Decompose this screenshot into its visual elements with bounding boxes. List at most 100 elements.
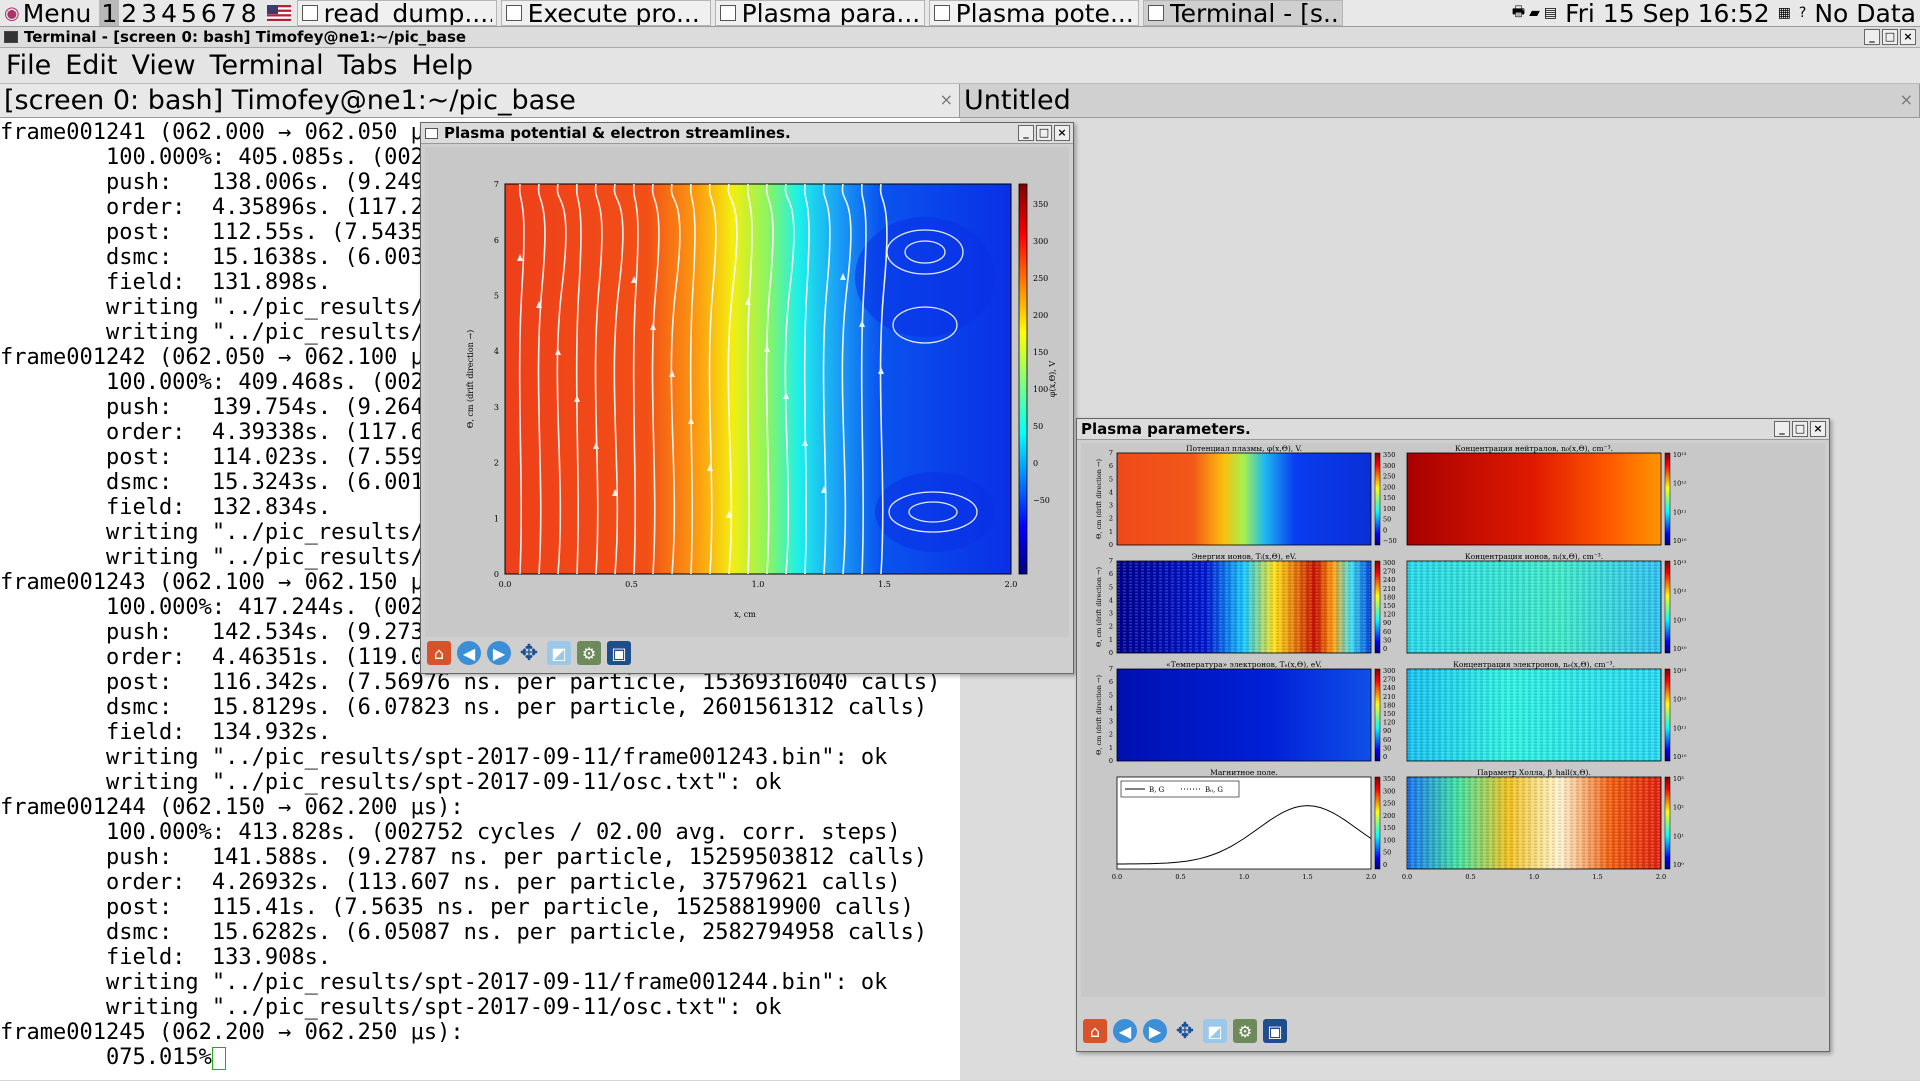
colorbar-tick-label: 10¹¹: [1673, 508, 1687, 516]
menu-terminal[interactable]: Terminal: [210, 50, 324, 81]
tasklist: read_dump.... Execute pro... Plasma para..…: [295, 0, 1345, 26]
y-axis-label: Θ, cm (drift direction →): [466, 330, 475, 428]
colorbar-tick-label: 150: [1033, 348, 1048, 357]
colorbar-tick-label: −50: [1033, 496, 1050, 505]
colorbar-tick-label: 0: [1383, 645, 1387, 653]
colorbar: [1664, 668, 1671, 762]
workspace-1[interactable]: 1: [99, 0, 120, 26]
back-icon[interactable]: ◀: [457, 641, 481, 665]
calendar-icon[interactable]: ▦: [1774, 0, 1795, 26]
colorbar-tick-label: 10¹⁰: [1673, 537, 1687, 545]
menu-edit[interactable]: Edit: [65, 50, 117, 81]
x-tick-label: 2.0: [1366, 873, 1376, 881]
clock[interactable]: Fri 15 Sep 16:52: [1561, 0, 1774, 26]
x-tick-label: 0.5: [1175, 873, 1185, 881]
terminal-line: 100.000%: 413.828s. (002752 cycles / 02.…: [0, 820, 960, 845]
maximize-button[interactable]: □: [1036, 125, 1052, 141]
colorbar-tick-label: 30: [1383, 744, 1391, 752]
colorbar-tick-label: 10¹: [1673, 832, 1684, 840]
workspace-3[interactable]: 3: [139, 0, 159, 26]
terminal-line-text: dsmc: 15.8129s. (6.07823 ns. per particl…: [0, 695, 928, 720]
y-tick-label: 0: [1109, 757, 1113, 765]
save-icon[interactable]: ▣: [607, 641, 631, 665]
close-button[interactable]: ×: [1054, 125, 1070, 141]
folder-icon[interactable]: ▰: [1529, 5, 1540, 21]
panel-title: Концентрация нейтралов, n₀(x,Θ), cm⁻³.: [1455, 444, 1613, 453]
close-button[interactable]: ×: [1810, 421, 1826, 437]
terminal-line-text: writing "../pic_results/spt-2017-09-11/f…: [0, 745, 888, 770]
maximize-button[interactable]: □: [1882, 29, 1898, 45]
colorbar-tick-label: 350: [1033, 200, 1048, 209]
task-label: Plasma pote...: [955, 0, 1134, 26]
tab-close-icon[interactable]: ×: [1900, 90, 1913, 109]
workspace-5[interactable]: 5: [179, 0, 199, 26]
task-button-1[interactable]: Execute pro...: [500, 0, 711, 26]
workspace-6[interactable]: 6: [199, 0, 219, 26]
minimize-button[interactable]: _: [1864, 29, 1880, 45]
colorbar-tick-label: 100: [1033, 385, 1048, 394]
x-tick-label: 1.5: [1592, 873, 1602, 881]
tab-close-icon[interactable]: ×: [940, 90, 953, 109]
back-icon[interactable]: ◀: [1113, 1019, 1137, 1043]
tab-untitled[interactable]: Untitled ×: [960, 84, 1920, 117]
workspace-7[interactable]: 7: [219, 0, 239, 26]
workspace-2[interactable]: 2: [119, 0, 139, 26]
terminal-menubar: File Edit View Terminal Tabs Help: [0, 48, 1920, 84]
menu-view[interactable]: View: [131, 50, 195, 81]
menu-tabs[interactable]: Tabs: [338, 50, 398, 81]
close-button[interactable]: ×: [1900, 29, 1916, 45]
colorbar-tick-label: 10¹¹: [1673, 724, 1687, 732]
workspace-8[interactable]: 8: [239, 0, 259, 26]
colorbar-tick-label: 120: [1383, 719, 1395, 727]
minimize-button[interactable]: _: [1774, 421, 1790, 437]
home-icon[interactable]: ⌂: [1083, 1019, 1107, 1043]
task-button-2[interactable]: Plasma para...: [714, 0, 925, 26]
subplots-icon[interactable]: ⚙: [577, 641, 601, 665]
terminal-line: writing "../pic_results/spt-2017-09-11/f…: [0, 745, 960, 770]
colorbar-tick-label: 150: [1383, 602, 1395, 610]
menu-help[interactable]: Help: [411, 50, 473, 81]
maximize-button[interactable]: □: [1792, 421, 1808, 437]
y-tick-label: 7: [494, 180, 499, 189]
terminal-line: dsmc: 15.6282s. (6.05087 ns. per particl…: [0, 920, 960, 945]
task-button-4[interactable]: Terminal - [s...: [1142, 0, 1343, 26]
y-tick-label: 1: [494, 514, 499, 523]
potential-titlebar[interactable]: Plasma potential & electron streamlines.…: [421, 123, 1073, 144]
window-icon: [425, 127, 438, 139]
terminal-line-text: post: 115.41s. (7.5635 ns. per particle,…: [0, 895, 914, 920]
forward-icon[interactable]: ▶: [487, 641, 511, 665]
pan-icon[interactable]: ✥: [1173, 1019, 1197, 1044]
minimize-button[interactable]: _: [1018, 125, 1034, 141]
tab-screen-bash[interactable]: [screen 0: bash] Timofey@ne1:~/pic_base …: [0, 84, 960, 117]
keyboard-layout-flag-icon[interactable]: [263, 0, 295, 26]
task-button-0[interactable]: read_dump....: [296, 0, 497, 26]
menu-button[interactable]: ◉ Menu: [0, 0, 95, 26]
colorbar: [1374, 776, 1381, 870]
parameter-panel-6: Магнитное поле. 350 300 250 200 150 100 50 0 0.0 0…: [1112, 768, 1396, 881]
x-tick-label: 0.0: [499, 580, 512, 589]
subplots-icon[interactable]: ⚙: [1233, 1019, 1257, 1043]
menu-file[interactable]: File: [6, 50, 51, 81]
zoom-icon[interactable]: ◩: [1203, 1019, 1227, 1043]
potential-canvas: 350 300 250 200 150 100 50 0 −50 0.0 0.5 1.0 1.5 2.0…: [425, 147, 1069, 637]
colorbar-tick-label: 300: [1383, 559, 1395, 567]
parameters-title: Plasma parameters.: [1081, 420, 1251, 438]
colorbar-tick-label: 180: [1383, 701, 1395, 709]
terminal-line: 075.015%: [0, 1045, 960, 1070]
colorbar-tick-label: 200: [1383, 483, 1395, 491]
help-icon[interactable]: ?: [1795, 0, 1810, 26]
home-icon[interactable]: ⌂: [427, 641, 451, 665]
pan-icon[interactable]: ✥: [517, 641, 541, 666]
task-button-3[interactable]: Plasma pote...: [928, 0, 1139, 26]
printer-icon[interactable]: 🖶: [1512, 1, 1525, 25]
clipboard-icon[interactable]: ▤: [1544, 5, 1557, 21]
save-icon[interactable]: ▣: [1263, 1019, 1287, 1043]
colorbar-tick-label: 210: [1383, 693, 1395, 701]
zoom-icon[interactable]: ◩: [547, 641, 571, 665]
parameters-titlebar[interactable]: Plasma parameters. _ □ ×: [1077, 419, 1829, 440]
terminal-titlebar[interactable]: Terminal - [screen 0: bash] Timofey@ne1:…: [0, 27, 1920, 48]
forward-icon[interactable]: ▶: [1143, 1019, 1167, 1043]
colorbar-tick-label: 240: [1383, 684, 1395, 692]
workspace-4[interactable]: 4: [159, 0, 179, 26]
colorbar-tick-label: 60: [1383, 736, 1391, 744]
